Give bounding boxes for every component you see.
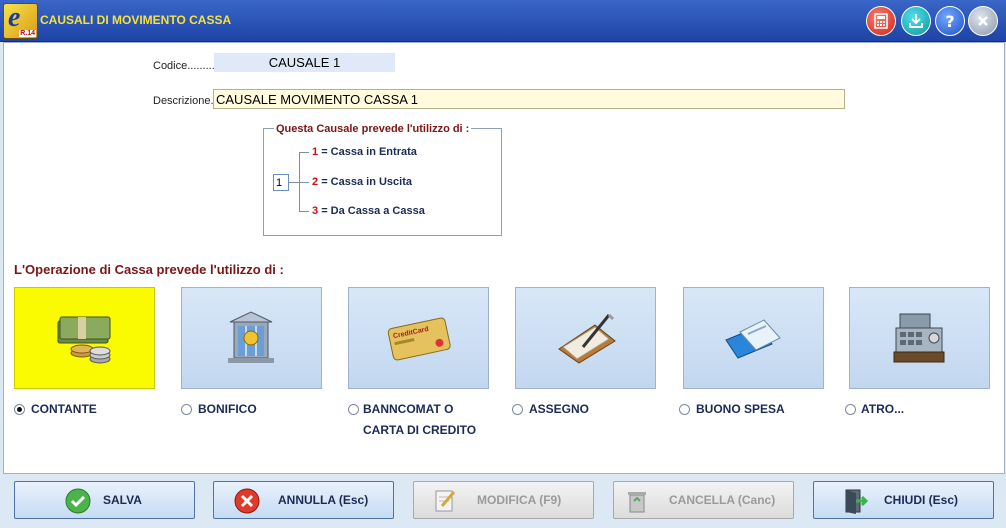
tree-connector	[289, 182, 299, 183]
payment-radio-contante[interactable]	[14, 404, 25, 415]
tipo-option-text: = Cassa in Entrata	[321, 146, 417, 158]
help-icon[interactable]: ?	[935, 6, 965, 36]
tipo-option-text: = Da Cassa a Cassa	[321, 205, 425, 217]
cancel-icon	[234, 488, 260, 514]
tipo-option-number: 2	[312, 176, 319, 188]
tipo-option-number: 1	[312, 146, 319, 158]
descrizione-label: Descrizione..	[153, 95, 217, 107]
save-button-label: SALVA	[103, 493, 142, 507]
payment-label-carta-line2: CARTA DI CREDITO	[363, 423, 477, 437]
close-button[interactable]: CHIUDI (Esc)	[813, 481, 994, 519]
tipo-option-entrata: 1 = Cassa in Entrata	[312, 146, 417, 158]
tipo-option-uscita: 2 = Cassa in Uscita	[312, 176, 412, 188]
tipo-option-text: = Cassa in Uscita	[321, 176, 412, 188]
payment-label-assegno: ASSEGNO	[529, 402, 590, 416]
payment-label-bonifico: BONIFICO	[198, 402, 257, 416]
payment-tile-bonifico[interactable]	[181, 287, 322, 389]
tipo-option-cassa-cassa: 3 = Da Cassa a Cassa	[312, 205, 425, 217]
save-button[interactable]: SALVA	[14, 481, 195, 519]
trash-icon	[624, 488, 650, 514]
title-bar: e R.14 CAUSALI DI MOVIMENTO CASSA ?	[0, 0, 1006, 42]
payment-label-carta-line1: BANNCOMAT O	[363, 402, 454, 416]
cancel-button[interactable]: ANNULLA (Esc)	[213, 481, 394, 519]
app-logo-icon: e R.14	[3, 2, 38, 39]
tipo-option-number: 3	[312, 205, 319, 217]
payment-label-altro: ATRO...	[861, 402, 905, 416]
tree-connector	[299, 152, 309, 153]
payment-label-buono-spesa: BUONO SPESA	[696, 402, 785, 416]
close-button-label: CHIUDI (Esc)	[884, 493, 959, 507]
check-icon	[65, 488, 91, 514]
credit-card-icon: CreditCard	[387, 317, 451, 361]
payment-label-contante: CONTANTE	[31, 402, 97, 416]
payment-radio-buono-spesa[interactable]	[679, 404, 690, 415]
payment-tile-assegno[interactable]	[515, 287, 656, 389]
delete-button-label: CANCELLA (Canc)	[669, 493, 776, 507]
app-logo-badge: R.14	[19, 30, 36, 37]
bank-icon	[227, 311, 274, 363]
window-title: CAUSALI DI MOVIMENTO CASSA	[40, 13, 232, 27]
payment-tile-carta[interactable]: CreditCard	[348, 287, 489, 389]
payment-radio-assegno[interactable]	[512, 404, 523, 415]
calculator-icon[interactable]	[866, 6, 896, 36]
cash-register-icon	[893, 313, 944, 363]
tipo-causale-input[interactable]: 1	[273, 174, 289, 191]
cheque-icon	[557, 313, 616, 364]
edit-icon	[432, 488, 458, 514]
edit-button-label: MODIFICA (F9)	[477, 493, 562, 507]
delete-button[interactable]: CANCELLA (Canc)	[613, 481, 794, 519]
payment-label-carta: BANNCOMAT O CARTA DI CREDITO	[363, 399, 476, 441]
close-icon[interactable]	[968, 6, 998, 36]
payment-radio-bonifico[interactable]	[181, 404, 192, 415]
codice-label: Codice.........	[153, 60, 215, 72]
exit-door-icon	[842, 488, 868, 514]
tree-connector	[299, 182, 309, 183]
payment-tile-altro[interactable]	[849, 287, 990, 389]
tipo-causale-group-title: Questa Causale prevede l'utilizzo di :	[274, 123, 472, 135]
descrizione-input[interactable]: CAUSALE MOVIMENTO CASSA 1	[213, 89, 845, 109]
cash-icon	[57, 316, 110, 364]
download-icon[interactable]	[901, 6, 931, 36]
payment-tile-contante[interactable]	[14, 287, 155, 389]
edit-button[interactable]: MODIFICA (F9)	[413, 481, 594, 519]
payment-section-title: L'Operazione di Cassa prevede l'utilizzo…	[14, 262, 284, 277]
tree-connector	[299, 211, 309, 212]
codice-field: CAUSALE 1	[214, 53, 395, 72]
payment-radio-carta[interactable]	[348, 404, 359, 415]
voucher-icon	[724, 319, 781, 359]
payment-radio-altro[interactable]	[845, 404, 856, 415]
cancel-button-label: ANNULLA (Esc)	[278, 493, 369, 507]
payment-tile-buono-spesa[interactable]	[683, 287, 824, 389]
